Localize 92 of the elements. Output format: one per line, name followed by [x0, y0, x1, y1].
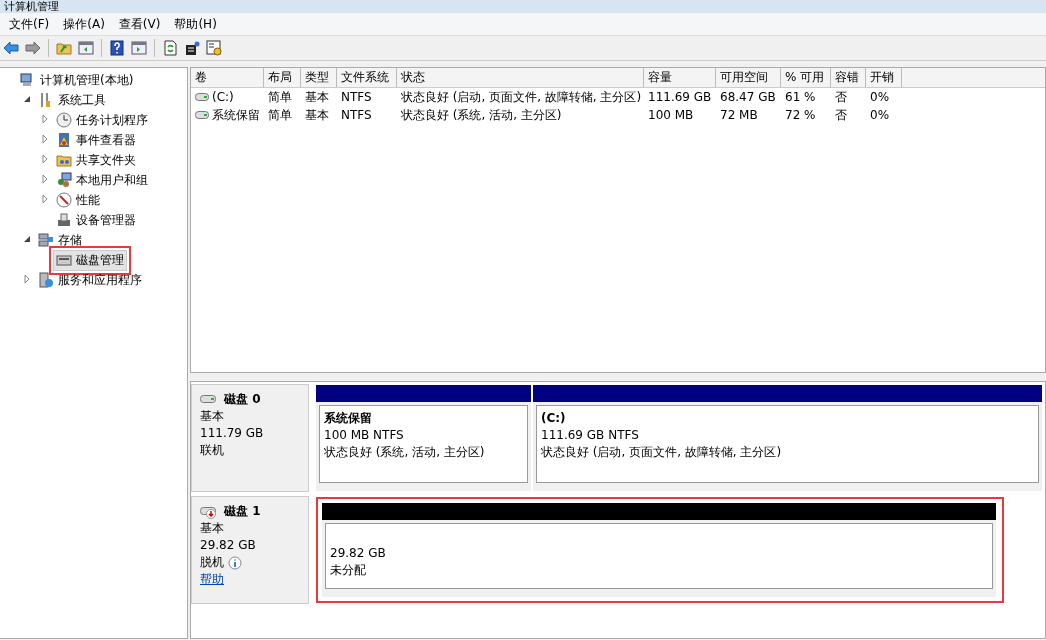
- tree-item[interactable]: 事件查看器: [53, 129, 139, 151]
- table-cell: 0%: [870, 108, 890, 122]
- column-header[interactable]: 布局: [264, 68, 301, 87]
- partition-status: 状态良好 (启动, 页面文件, 故障转储, 主分区): [541, 444, 782, 461]
- column-header[interactable]: 开销: [866, 68, 902, 87]
- table-cell: 简单: [268, 88, 292, 106]
- table-cell: 否: [835, 88, 847, 106]
- table-cell: (C:): [212, 90, 234, 104]
- tree-node-icon: [56, 252, 72, 268]
- expand-arrow-icon[interactable]: [40, 114, 50, 124]
- table-cell: 简单: [268, 106, 292, 124]
- tree-node-icon: [38, 232, 54, 248]
- drive-icon: [195, 111, 209, 119]
- disk-type: 基本: [200, 408, 225, 425]
- folder-up-icon: [56, 40, 72, 56]
- tree-node-icon: [56, 172, 72, 188]
- column-header[interactable]: 容量: [644, 68, 716, 87]
- tree-node-icon: [56, 212, 72, 228]
- menu-item[interactable]: 帮助(H): [167, 15, 224, 33]
- partition-status: 状态良好 (系统, 活动, 主分区): [324, 444, 485, 461]
- settings-icon: [206, 40, 222, 56]
- table-cell: 72 MB: [720, 108, 758, 122]
- tree-node-icon: [38, 272, 54, 288]
- table-cell: 72 %: [785, 108, 816, 122]
- disk-status: 联机: [200, 442, 224, 459]
- tree-item[interactable]: 本地用户和组: [53, 169, 151, 191]
- disk-name: 磁盘 1: [224, 503, 261, 520]
- help-link[interactable]: 帮助: [200, 571, 224, 588]
- tree-item[interactable]: 任务计划程序: [53, 109, 151, 131]
- menu-item[interactable]: 查看(V): [111, 15, 168, 33]
- column-header[interactable]: 卷: [191, 68, 264, 87]
- toolbar-button[interactable]: [107, 38, 127, 58]
- pane-toggle-icon: [78, 40, 94, 56]
- window-title: 计算机管理: [4, 0, 59, 13]
- tree-item[interactable]: 存储: [35, 229, 85, 251]
- partition-status: 未分配: [330, 562, 366, 579]
- column-header[interactable]: 容错: [831, 68, 866, 87]
- partition-name: 系统保留: [324, 410, 372, 427]
- tree-item[interactable]: 计算机管理(本地): [17, 69, 137, 91]
- column-header[interactable]: % 可用: [781, 68, 831, 87]
- partition-size: 29.82 GB: [330, 545, 386, 562]
- partition-name: (C:): [541, 410, 566, 427]
- tree-node-icon: [56, 132, 72, 148]
- tree-item[interactable]: 性能: [53, 189, 103, 211]
- back-arrow-icon: [3, 40, 19, 56]
- table-cell: NTFS: [341, 108, 372, 122]
- expand-arrow-icon[interactable]: [22, 274, 32, 284]
- tree-item[interactable]: 系统工具: [35, 89, 109, 111]
- disk-name: 磁盘 0: [224, 391, 261, 408]
- menu-item[interactable]: 文件(F): [2, 15, 57, 33]
- table-cell: 68.47 GB: [720, 90, 776, 104]
- table-cell: 否: [835, 106, 847, 124]
- tree-node-icon: [56, 192, 72, 208]
- help-icon: [109, 40, 125, 56]
- table-cell: 系统保留: [212, 106, 260, 124]
- disk-type: 基本: [200, 520, 225, 537]
- expand-arrow-icon[interactable]: [40, 194, 50, 204]
- partition-size: 100 MB NTFS: [324, 427, 404, 444]
- properties-icon: [184, 40, 200, 56]
- table-cell: 100 MB: [648, 108, 694, 122]
- expand-arrow-icon[interactable]: [40, 174, 50, 184]
- tree-item[interactable]: 服务和应用程序: [35, 269, 145, 291]
- table-cell: 111.69 GB: [648, 90, 712, 104]
- drive-icon: [195, 93, 209, 101]
- pane-toggle-icon: [131, 40, 147, 56]
- table-cell: 基本: [305, 106, 329, 124]
- table-cell: 状态良好 (系统, 活动, 主分区): [401, 106, 562, 124]
- column-header[interactable]: 可用空间: [716, 68, 781, 87]
- disk-size: 111.79 GB: [200, 425, 265, 442]
- partition-size: 111.69 GB NTFS: [541, 427, 639, 444]
- column-header[interactable]: 状态: [397, 68, 644, 87]
- collapse-arrow-icon[interactable]: [22, 234, 32, 244]
- expand-arrow-icon[interactable]: [40, 134, 50, 144]
- table-cell: NTFS: [341, 90, 372, 104]
- table-cell: 基本: [305, 88, 329, 106]
- disk-status: 脱机: [200, 554, 224, 571]
- table-cell: 61 %: [785, 90, 816, 104]
- menu-item[interactable]: 操作(A): [56, 15, 112, 33]
- disk-size: 29.82 GB: [200, 537, 257, 554]
- tree-item[interactable]: 共享文件夹: [53, 149, 139, 171]
- tree-node-icon: [56, 152, 72, 168]
- forward-arrow-icon: [25, 40, 41, 56]
- column-header[interactable]: 类型: [301, 68, 337, 87]
- tree-item[interactable]: 设备管理器: [53, 209, 139, 231]
- refresh-icon: [162, 40, 178, 56]
- column-header[interactable]: 文件系统: [337, 68, 397, 87]
- collapse-arrow-icon[interactable]: [22, 94, 32, 104]
- table-cell: 状态良好 (启动, 页面文件, 故障转储, 主分区): [401, 88, 642, 106]
- expand-arrow-icon[interactable]: [40, 154, 50, 164]
- info-icon: [228, 555, 242, 570]
- tree-node-icon: [56, 112, 72, 128]
- table-cell: 0%: [870, 90, 890, 104]
